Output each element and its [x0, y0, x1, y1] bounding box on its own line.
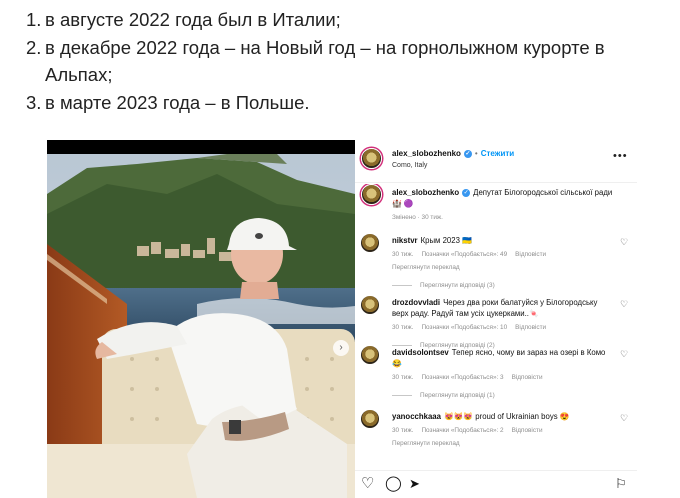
avatar[interactable] [361, 296, 379, 314]
view-replies-button[interactable]: Переглянути відповіді (1) [392, 390, 614, 401]
comment-meta: 30 тиж. Позначки «Подобається»: 49 Відпові… [392, 249, 614, 260]
list-text: в августе 2022 года был в Италии; [45, 9, 341, 30]
list-number: 2. [26, 36, 42, 58]
comment-body: nikstvr Крым 2023 🇺🇦 30 тиж. Позначки «Под… [392, 235, 614, 291]
bookmark-icon[interactable]: ⚐ [615, 477, 627, 490]
translate-link[interactable]: Переглянути переклад [392, 438, 614, 449]
comment-likes[interactable]: Позначки «Подобається»: 10 [421, 324, 507, 331]
comment-time: 30 тиж. [392, 374, 414, 381]
post-header: alex_slobozhenko ✓ • Стежити Como, Italy ••… [355, 140, 637, 183]
comment-username[interactable]: drozdovvladi [392, 298, 440, 307]
reply-button[interactable]: Відповісти [515, 324, 546, 331]
avatar[interactable] [361, 410, 379, 428]
post-actions: ♡ ◯ ➤ ⚐ [355, 470, 637, 498]
heart-icon[interactable]: ♡ [620, 349, 628, 360]
list-item: 1. в августе 2022 года был в Италии; [26, 6, 666, 34]
comment-text: 😻😻😻 proud of Ukrainian boys 😍 [443, 412, 570, 421]
comment-body: drozdovvladi Через два роки балатуйся у Б… [392, 297, 614, 351]
comment-likes[interactable]: Позначки «Подобається»: 2 [421, 427, 503, 434]
comment-username[interactable]: yanocchkaaa [392, 412, 441, 421]
comment-body: davidsolontsev Тепер ясно, чому ви зараз … [392, 347, 614, 401]
comment-time: 30 тиж. [392, 324, 414, 331]
view-replies-label: Переглянути відповіді (1) [420, 392, 495, 399]
comment-username[interactable]: davidsolontsev [392, 348, 449, 357]
heart-icon[interactable]: ♡ [620, 299, 628, 310]
verified-icon: ✓ [462, 188, 471, 197]
view-replies-label: Переглянути відповіді (3) [420, 282, 495, 289]
separator-dot: • [474, 149, 478, 158]
list-item: 2. в декабре 2022 года – на Новый год – … [26, 34, 666, 89]
more-horizontal-icon[interactable]: ••• [613, 150, 628, 162]
comment-meta: 30 тиж. Позначки «Подобається»: 2 Відповіс… [392, 425, 614, 436]
comment-likes[interactable]: Позначки «Подобається»: 49 [421, 251, 507, 258]
comment-meta: 30 тиж. Позначки «Подобається»: 10 Відпові… [392, 322, 614, 333]
author-username[interactable]: alex_slobozhenko [392, 149, 461, 158]
list-number: 1. [26, 9, 42, 30]
follow-button[interactable]: Стежити [481, 149, 514, 158]
chevron-right-icon[interactable]: › [333, 340, 349, 356]
verified-icon: ✓ [463, 149, 472, 158]
heart-icon[interactable]: ♡ [620, 413, 628, 424]
caption-body: alex_slobozhenko ✓ Депутат Білогородської … [392, 187, 614, 223]
avatar[interactable] [361, 346, 379, 364]
send-icon[interactable]: ➤ [409, 477, 420, 490]
comments-list[interactable]: alex_slobozhenko ✓ Депутат Білогородської … [355, 184, 637, 468]
list-item: 3. в марте 2023 года – в Польше. [26, 89, 666, 117]
comment-icon[interactable]: ◯ [385, 476, 402, 491]
article-list: 1. в августе 2022 года был в Италии; 2. … [26, 6, 666, 116]
reply-button[interactable]: Відповісти [512, 374, 543, 381]
post-author: alex_slobozhenko ✓ • Стежити [392, 149, 514, 158]
caption-username[interactable]: alex_slobozhenko [392, 188, 459, 197]
instagram-post-embed: › alex_slobozhenko ✓ • Стежити Como, Italy … [47, 140, 637, 498]
comment-likes[interactable]: Позначки «Подобається»: 3 [421, 374, 503, 381]
heart-icon[interactable]: ♡ [620, 237, 628, 248]
post-photo-image [47, 154, 355, 498]
translate-link[interactable]: Переглянути переклад [392, 262, 614, 273]
avatar[interactable] [361, 184, 382, 205]
list-number: 3. [26, 91, 42, 113]
heart-icon[interactable]: ♡ [361, 476, 374, 491]
list-text: в марте 2023 года – в Польше. [45, 91, 310, 113]
comment-meta: 30 тиж. Позначки «Подобається»: 3 Відповіс… [392, 372, 614, 383]
post-location[interactable]: Como, Italy [392, 162, 427, 169]
reply-button[interactable]: Відповісти [512, 427, 543, 434]
comment-body: yanocchkaaa 😻😻😻 proud of Ukrainian boys 😍… [392, 411, 614, 449]
list-text: в декабре 2022 года – на Новый год – на … [45, 36, 605, 86]
comment-username[interactable]: nikstvr [392, 236, 418, 245]
avatar[interactable] [361, 148, 382, 169]
post-sidebar: alex_slobozhenko ✓ • Стежити Como, Italy ••… [355, 140, 637, 498]
comment-time: 30 тиж. [392, 427, 414, 434]
reply-button[interactable]: Відповісти [515, 251, 546, 258]
comment-text: Крым 2023 🇺🇦 [420, 236, 472, 245]
avatar[interactable] [361, 234, 379, 252]
post-photo[interactable]: › [47, 140, 355, 498]
caption-meta: Змінено · 30 тиж. [392, 214, 443, 221]
view-replies-button[interactable]: Переглянути відповіді (3) [392, 280, 614, 291]
comment-time: 30 тиж. [392, 251, 414, 258]
